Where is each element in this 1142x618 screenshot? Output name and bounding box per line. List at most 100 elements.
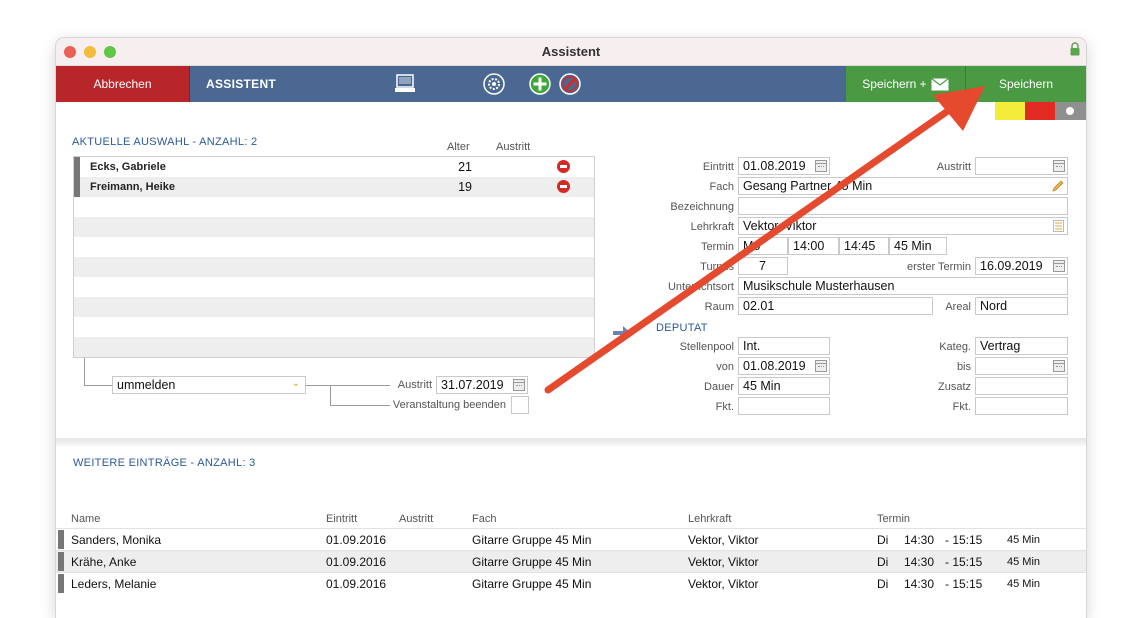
calendar-icon[interactable] — [1053, 360, 1065, 372]
position-pool-value: Int. — [743, 339, 761, 353]
area-field[interactable]: Nord — [975, 297, 1068, 315]
cell-subject: Gitarre Gruppe 45 Min — [472, 555, 592, 569]
subject-field[interactable]: Gesang Partner 45 Min — [738, 177, 1068, 195]
panel-separator — [56, 438, 1086, 446]
subject-value: Gesang Partner 45 Min — [743, 179, 873, 193]
cell-duration: 45 Min — [1007, 556, 1041, 568]
calendar-icon[interactable] — [815, 360, 827, 372]
cell-name: Sanders, Monika — [71, 533, 162, 547]
duration-field[interactable]: 45 Min — [738, 377, 830, 395]
calendar-icon[interactable] — [815, 160, 827, 172]
schedule-day-field[interactable]: Mo — [738, 237, 788, 255]
empty-row — [74, 297, 594, 317]
row-handle[interactable] — [58, 530, 64, 549]
exit-label: Austritt — [936, 161, 971, 173]
row-handle[interactable] — [74, 157, 80, 177]
from-date-field[interactable]: 01.08.2019 — [738, 357, 830, 375]
exit-date-field[interactable]: 31.07.2019 — [436, 376, 528, 394]
calendar-icon[interactable] — [1053, 260, 1065, 272]
cell-end: - 15:15 — [945, 577, 983, 591]
list-icon[interactable] — [1053, 220, 1064, 232]
position-pool-field[interactable]: Int. — [738, 337, 830, 355]
chevron-down-icon: ⌄ — [291, 378, 300, 389]
calendar-icon[interactable] — [1053, 160, 1065, 172]
action-select[interactable]: ummelden ⌄ — [112, 376, 306, 394]
cancel-button[interactable]: Abbrechen — [56, 66, 190, 102]
end-event-checkbox[interactable] — [511, 396, 529, 414]
empty-row — [74, 197, 594, 217]
cell-entry: 01.09.2016 — [326, 555, 387, 569]
cell-start: 14:30 — [904, 533, 935, 547]
exit-field[interactable] — [975, 157, 1068, 175]
function-field[interactable] — [738, 397, 830, 415]
schedule-end-field[interactable]: 14:45 — [839, 237, 889, 255]
row-handle[interactable] — [74, 177, 80, 197]
empty-row — [74, 217, 594, 237]
age-column-header: Alter — [447, 141, 470, 153]
category-value: Vertrag — [980, 339, 1021, 353]
cell-end: - 15:15 — [945, 555, 983, 569]
title-bar: Assistent — [56, 38, 1086, 66]
exit-date-value: 31.07.2019 — [441, 378, 504, 392]
empty-row — [74, 277, 594, 297]
subject-column-header[interactable]: Fach — [472, 513, 496, 525]
remove-icon[interactable] — [557, 180, 570, 193]
addition-field[interactable] — [975, 377, 1068, 395]
row-handle[interactable] — [58, 574, 64, 593]
table-row[interactable]: Sanders, Monika 01.09.2016 Gitarre Grupp… — [56, 528, 1086, 550]
function-label: Fkt. — [715, 401, 734, 413]
color-marker-yellow[interactable] — [995, 102, 1025, 120]
mail-icon — [930, 77, 949, 90]
connector-line — [84, 385, 112, 386]
teacher-column-header[interactable]: Lehrkraft — [688, 513, 731, 525]
remove-icon[interactable] — [557, 160, 570, 173]
interval-value: 7 — [759, 259, 766, 273]
name-column-header[interactable]: Name — [71, 513, 100, 525]
first-date-label: erster Termin — [907, 261, 971, 273]
table-row[interactable]: Krähe, Anke 01.09.2016 Gitarre Gruppe 45… — [56, 550, 1086, 572]
list-item[interactable]: Ecks, Gabriele 21 — [74, 157, 594, 177]
location-field[interactable]: Musikschule Musterhausen — [738, 277, 1068, 295]
interval-field[interactable]: 7 — [738, 257, 788, 275]
more-entries-title: WEITERE EINTRÄGE - ANZAHL: 3 — [73, 457, 256, 469]
list-item-age: 21 — [458, 160, 472, 174]
printer-icon[interactable] — [393, 72, 417, 96]
area-value: Nord — [980, 299, 1008, 313]
category-field[interactable]: Vertrag — [975, 337, 1068, 355]
table-row[interactable]: Leders, Melanie 01.09.2016 Gitarre Grupp… — [56, 572, 1086, 594]
deputat-title: DEPUTAT — [656, 322, 708, 334]
description-field[interactable] — [738, 197, 1068, 215]
schedule-duration-field[interactable]: 45 Min — [889, 237, 947, 255]
row-handle[interactable] — [58, 552, 64, 571]
empty-row — [74, 257, 594, 277]
function2-label: Fkt. — [952, 401, 971, 413]
cell-day: Di — [877, 533, 889, 547]
exit-column-header[interactable]: Austritt — [399, 513, 433, 525]
save-and-mail-button[interactable]: Speichern + — [845, 66, 965, 102]
schedule-label: Termin — [700, 241, 734, 253]
calendar-icon[interactable] — [513, 379, 525, 391]
toolbar: Abbrechen ASSISTENT Speichern + Speicher… — [56, 66, 1086, 102]
teacher-field[interactable]: Vektor, Viktor — [738, 217, 1068, 235]
marker-dot-icon — [1066, 107, 1074, 115]
pencil-icon[interactable] — [1052, 180, 1064, 192]
color-marker-red[interactable] — [1025, 102, 1055, 120]
cell-end: - 15:15 — [945, 533, 983, 547]
add-icon[interactable] — [528, 72, 552, 96]
list-item[interactable]: Freimann, Heike 19 — [74, 177, 594, 197]
entry-column-header[interactable]: Eintritt — [326, 513, 357, 525]
save-button[interactable]: Speichern — [965, 66, 1086, 102]
delete-icon[interactable] — [558, 72, 582, 96]
until-date-field[interactable] — [975, 357, 1068, 375]
schedule-column-header[interactable]: Termin — [877, 513, 910, 525]
entry-date-field[interactable]: 01.08.2019 — [738, 157, 830, 175]
color-marker-grey[interactable] — [1055, 102, 1086, 120]
selection-list: Ecks, Gabriele 21 Freimann, Heike 19 — [73, 156, 595, 358]
function2-field[interactable] — [975, 397, 1068, 415]
first-date-field[interactable]: 16.09.2019 — [975, 257, 1068, 275]
room-field[interactable]: 02.01 — [738, 297, 933, 315]
list-item-name: Ecks, Gabriele — [90, 161, 166, 173]
schedule-start-field[interactable]: 14:00 — [788, 237, 839, 255]
settings-icon[interactable] — [482, 72, 506, 96]
from-label: von — [716, 361, 734, 373]
